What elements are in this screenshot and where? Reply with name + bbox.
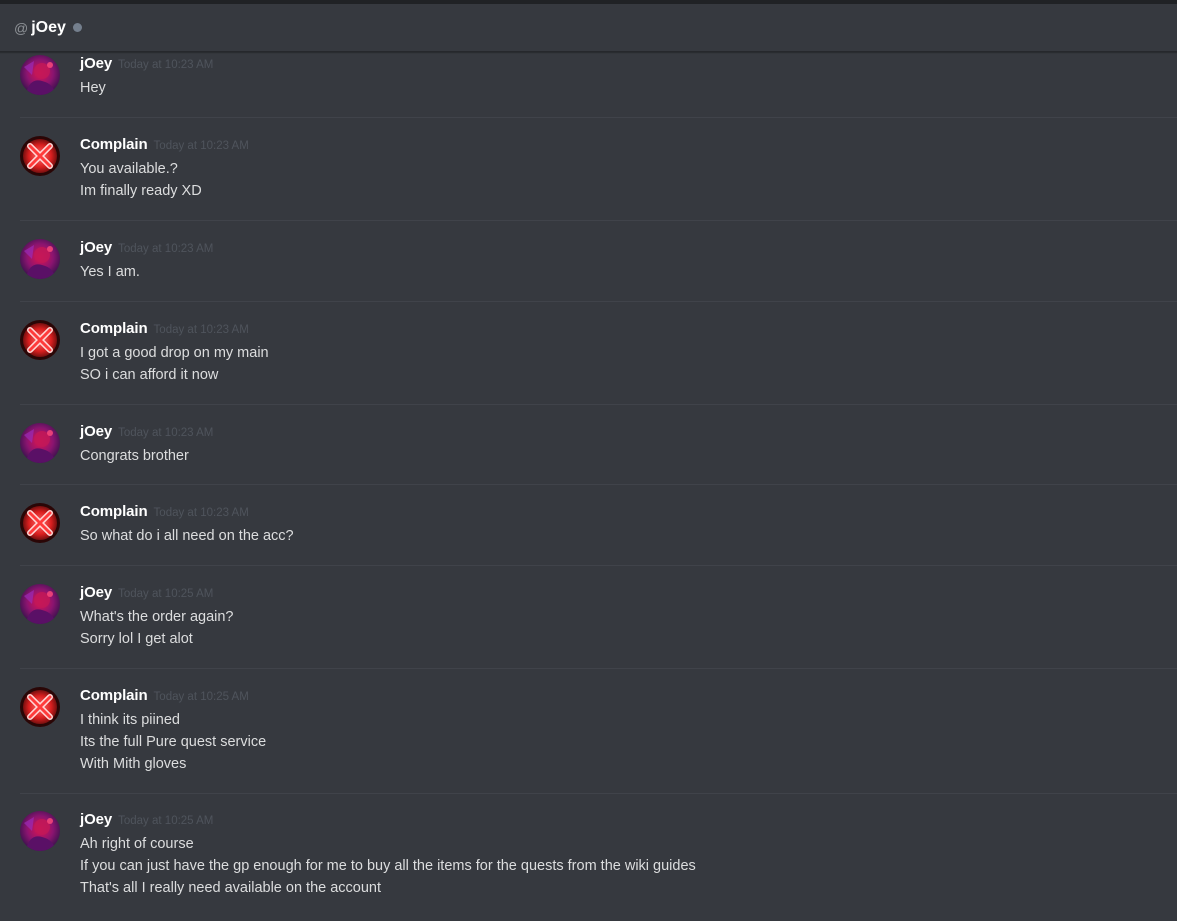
message-header: Complain Today at 10:23 AM: [80, 136, 1177, 158]
message-header: jOey Today at 10:23 AM: [80, 239, 1177, 261]
author-name[interactable]: jOey: [80, 423, 112, 440]
author-name[interactable]: jOey: [80, 55, 112, 72]
message-divider: [20, 220, 1177, 221]
message-text: Congrats brother: [80, 448, 189, 464]
message-header: jOey Today at 10:25 AM: [80, 811, 1177, 833]
message-divider: [20, 668, 1177, 669]
message-content: jOey Today at 10:23 AM Hey: [80, 55, 1177, 99]
channel-header: @ jOey: [0, 4, 1177, 52]
message-content: Complain Today at 10:25 AM I think its pii…: [80, 687, 1177, 775]
at-icon: @: [14, 19, 29, 36]
message-timestamp: Today at 10:25 AM: [118, 588, 214, 600]
message-timestamp: Today at 10:23 AM: [153, 140, 249, 152]
message-text: With Mith gloves: [80, 756, 187, 772]
complain-avatar-icon[interactable]: [20, 320, 60, 360]
message-timestamp: Today at 10:23 AM: [118, 427, 214, 439]
complain-avatar-icon[interactable]: [20, 136, 60, 176]
message-content: jOey Today at 10:25 AM Ah right of course I…: [80, 811, 1177, 899]
complain-avatar-icon[interactable]: [20, 503, 60, 543]
message-header: jOey Today at 10:23 AM: [80, 55, 1177, 77]
author-name[interactable]: Complain: [80, 687, 148, 704]
author-name[interactable]: Complain: [80, 136, 148, 153]
complain-avatar-icon[interactable]: [20, 687, 60, 727]
author-name[interactable]: jOey: [80, 584, 112, 601]
message-text: Hey: [80, 80, 106, 96]
message-divider: [20, 484, 1177, 485]
message-text: Sorry lol I get alot: [80, 631, 193, 647]
message-divider: [20, 301, 1177, 302]
message-timestamp: Today at 10:23 AM: [118, 59, 214, 71]
message-text: That's all I really need available on th…: [80, 880, 382, 896]
message-timestamp: Today at 10:25 AM: [153, 691, 249, 703]
message-text: I got a good drop on my main: [80, 345, 269, 361]
author-name[interactable]: jOey: [80, 811, 112, 828]
message-list[interactable]: jOey Today at 10:23 AM Hey Complain Today at…: [0, 53, 1177, 921]
message-timestamp: Today at 10:23 AM: [153, 507, 249, 519]
message-content: Complain Today at 10:23 AM You available.?…: [80, 136, 1177, 202]
message-content: jOey Today at 10:25 AM What's the order ag…: [80, 584, 1177, 650]
author-name[interactable]: jOey: [80, 239, 112, 256]
author-name[interactable]: Complain: [80, 503, 148, 520]
message-header: Complain Today at 10:25 AM: [80, 687, 1177, 709]
message-text: You available.?: [80, 161, 178, 177]
channel-title[interactable]: jOey: [31, 19, 66, 36]
message-timestamp: Today at 10:23 AM: [153, 324, 249, 336]
joey-avatar-icon[interactable]: [20, 584, 60, 624]
joey-avatar-icon[interactable]: [20, 811, 60, 851]
message-text: What's the order again?: [80, 609, 234, 625]
message-timestamp: Today at 10:25 AM: [118, 815, 214, 827]
message-divider: [20, 793, 1177, 794]
message-content: Complain Today at 10:23 AM So what do i al…: [80, 503, 1177, 547]
message-divider: [20, 117, 1177, 118]
message-header: Complain Today at 10:23 AM: [80, 503, 1177, 525]
message-timestamp: Today at 10:23 AM: [118, 243, 214, 255]
message-header: Complain Today at 10:23 AM: [80, 320, 1177, 342]
message-text: SO i can afford it now: [80, 367, 219, 383]
author-name[interactable]: Complain: [80, 320, 148, 337]
message-text: Im finally ready XD: [80, 183, 202, 199]
message-text: So what do i all need on the acc?: [80, 528, 294, 544]
message-divider: [20, 404, 1177, 405]
message-text: I think its piined: [80, 712, 180, 728]
message-content: jOey Today at 10:23 AM Congrats brother: [80, 423, 1177, 467]
message-text: If you can just have the gp enough for m…: [80, 858, 696, 874]
joey-avatar-icon[interactable]: [20, 239, 60, 279]
joey-avatar-icon[interactable]: [20, 423, 60, 463]
message-text: Its the full Pure quest service: [80, 734, 267, 750]
message-text: Yes I am.: [80, 264, 140, 280]
joey-avatar-icon[interactable]: [20, 55, 60, 95]
message-divider: [20, 565, 1177, 566]
message-header: jOey Today at 10:23 AM: [80, 423, 1177, 445]
message-content: Complain Today at 10:23 AM I got a good dr…: [80, 320, 1177, 386]
message-header: jOey Today at 10:25 AM: [80, 584, 1177, 606]
message-text: Ah right of course: [80, 836, 194, 852]
message-content: jOey Today at 10:23 AM Yes I am.: [80, 239, 1177, 283]
status-offline-icon: [72, 23, 82, 32]
